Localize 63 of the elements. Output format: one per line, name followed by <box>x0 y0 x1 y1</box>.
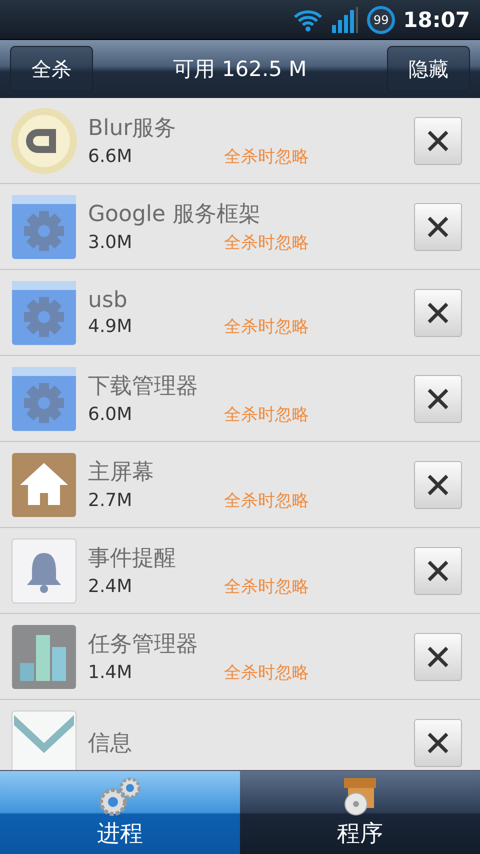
available-memory: 可用 162.5 M <box>173 56 307 83</box>
process-name: Blur服务 <box>88 115 178 143</box>
process-name: 事件提醒 <box>88 545 177 573</box>
close-icon <box>426 644 450 668</box>
bar-chart-icon <box>10 622 78 690</box>
close-button[interactable] <box>414 116 462 164</box>
battery-indicator: 99 <box>367 6 396 34</box>
clock: 18:07 <box>403 8 470 32</box>
kill-all-button[interactable]: 全杀 <box>10 46 93 92</box>
ignore-label: 全杀时忽略 <box>224 490 309 512</box>
ignore-label: 全杀时忽略 <box>224 232 309 254</box>
close-button[interactable] <box>414 374 462 422</box>
house-icon <box>10 450 78 518</box>
memory-size: 4.9M <box>88 316 134 336</box>
ignore-label: 全杀时忽略 <box>224 316 309 338</box>
process-name: usb <box>88 288 128 312</box>
process-row[interactable]: 下载管理器 6.0M 全杀时忽略 <box>0 356 480 442</box>
close-icon <box>426 128 450 152</box>
ignore-label: 全杀时忽略 <box>224 662 309 684</box>
process-name: 信息 <box>88 730 133 758</box>
wifi-icon <box>293 8 324 32</box>
memory-size: 2.7M <box>88 490 134 511</box>
close-icon <box>426 472 450 496</box>
ignore-label: 全杀时忽略 <box>224 404 309 426</box>
close-icon <box>426 386 450 410</box>
memory-size: 6.6M <box>88 146 134 167</box>
close-button[interactable] <box>414 202 462 250</box>
process-row[interactable]: Google 服务框架 3.0M 全杀时忽略 <box>0 184 480 270</box>
envelope-icon <box>10 708 78 770</box>
close-icon <box>426 558 450 582</box>
ignore-label: 全杀时忽略 <box>224 146 309 168</box>
memory-size: 6.0M <box>88 404 134 425</box>
process-name: Google 服务框架 <box>88 201 262 229</box>
process-row[interactable]: 任务管理器 1.4M 全杀时忽略 <box>0 614 480 700</box>
memory-size: 1.4M <box>88 662 134 683</box>
tab[interactable]: 程序 <box>240 770 480 854</box>
close-icon <box>426 214 450 238</box>
close-icon <box>426 300 450 324</box>
process-name: 主屏幕 <box>88 459 155 487</box>
process-row[interactable]: usb 4.9M 全杀时忽略 <box>0 270 480 356</box>
hide-button[interactable]: 隐藏 <box>387 46 470 92</box>
process-row[interactable]: 主屏幕 2.7M 全杀时忽略 <box>0 442 480 528</box>
close-button[interactable] <box>414 288 462 336</box>
settings-icon <box>10 278 78 346</box>
close-icon <box>426 730 450 754</box>
memory-size: 2.4M <box>88 576 134 597</box>
tab[interactable]: 进程 <box>0 770 240 854</box>
process-row[interactable]: Blur服务 6.6M 全杀时忽略 <box>0 98 480 184</box>
close-button[interactable] <box>414 546 462 594</box>
gears-icon <box>97 776 143 816</box>
memory-size: 3.0M <box>88 232 134 253</box>
bell-icon <box>10 536 78 604</box>
close-button[interactable] <box>414 718 462 766</box>
seal-icon <box>10 106 78 174</box>
signal-icon <box>331 6 360 32</box>
settings-icon <box>10 192 78 260</box>
process-name: 任务管理器 <box>88 631 199 659</box>
ignore-label: 全杀时忽略 <box>224 576 309 598</box>
close-button[interactable] <box>414 632 462 680</box>
process-name: 下载管理器 <box>88 373 199 401</box>
process-row[interactable]: 事件提醒 2.4M 全杀时忽略 <box>0 528 480 614</box>
close-button[interactable] <box>414 460 462 508</box>
settings-icon <box>10 364 78 432</box>
